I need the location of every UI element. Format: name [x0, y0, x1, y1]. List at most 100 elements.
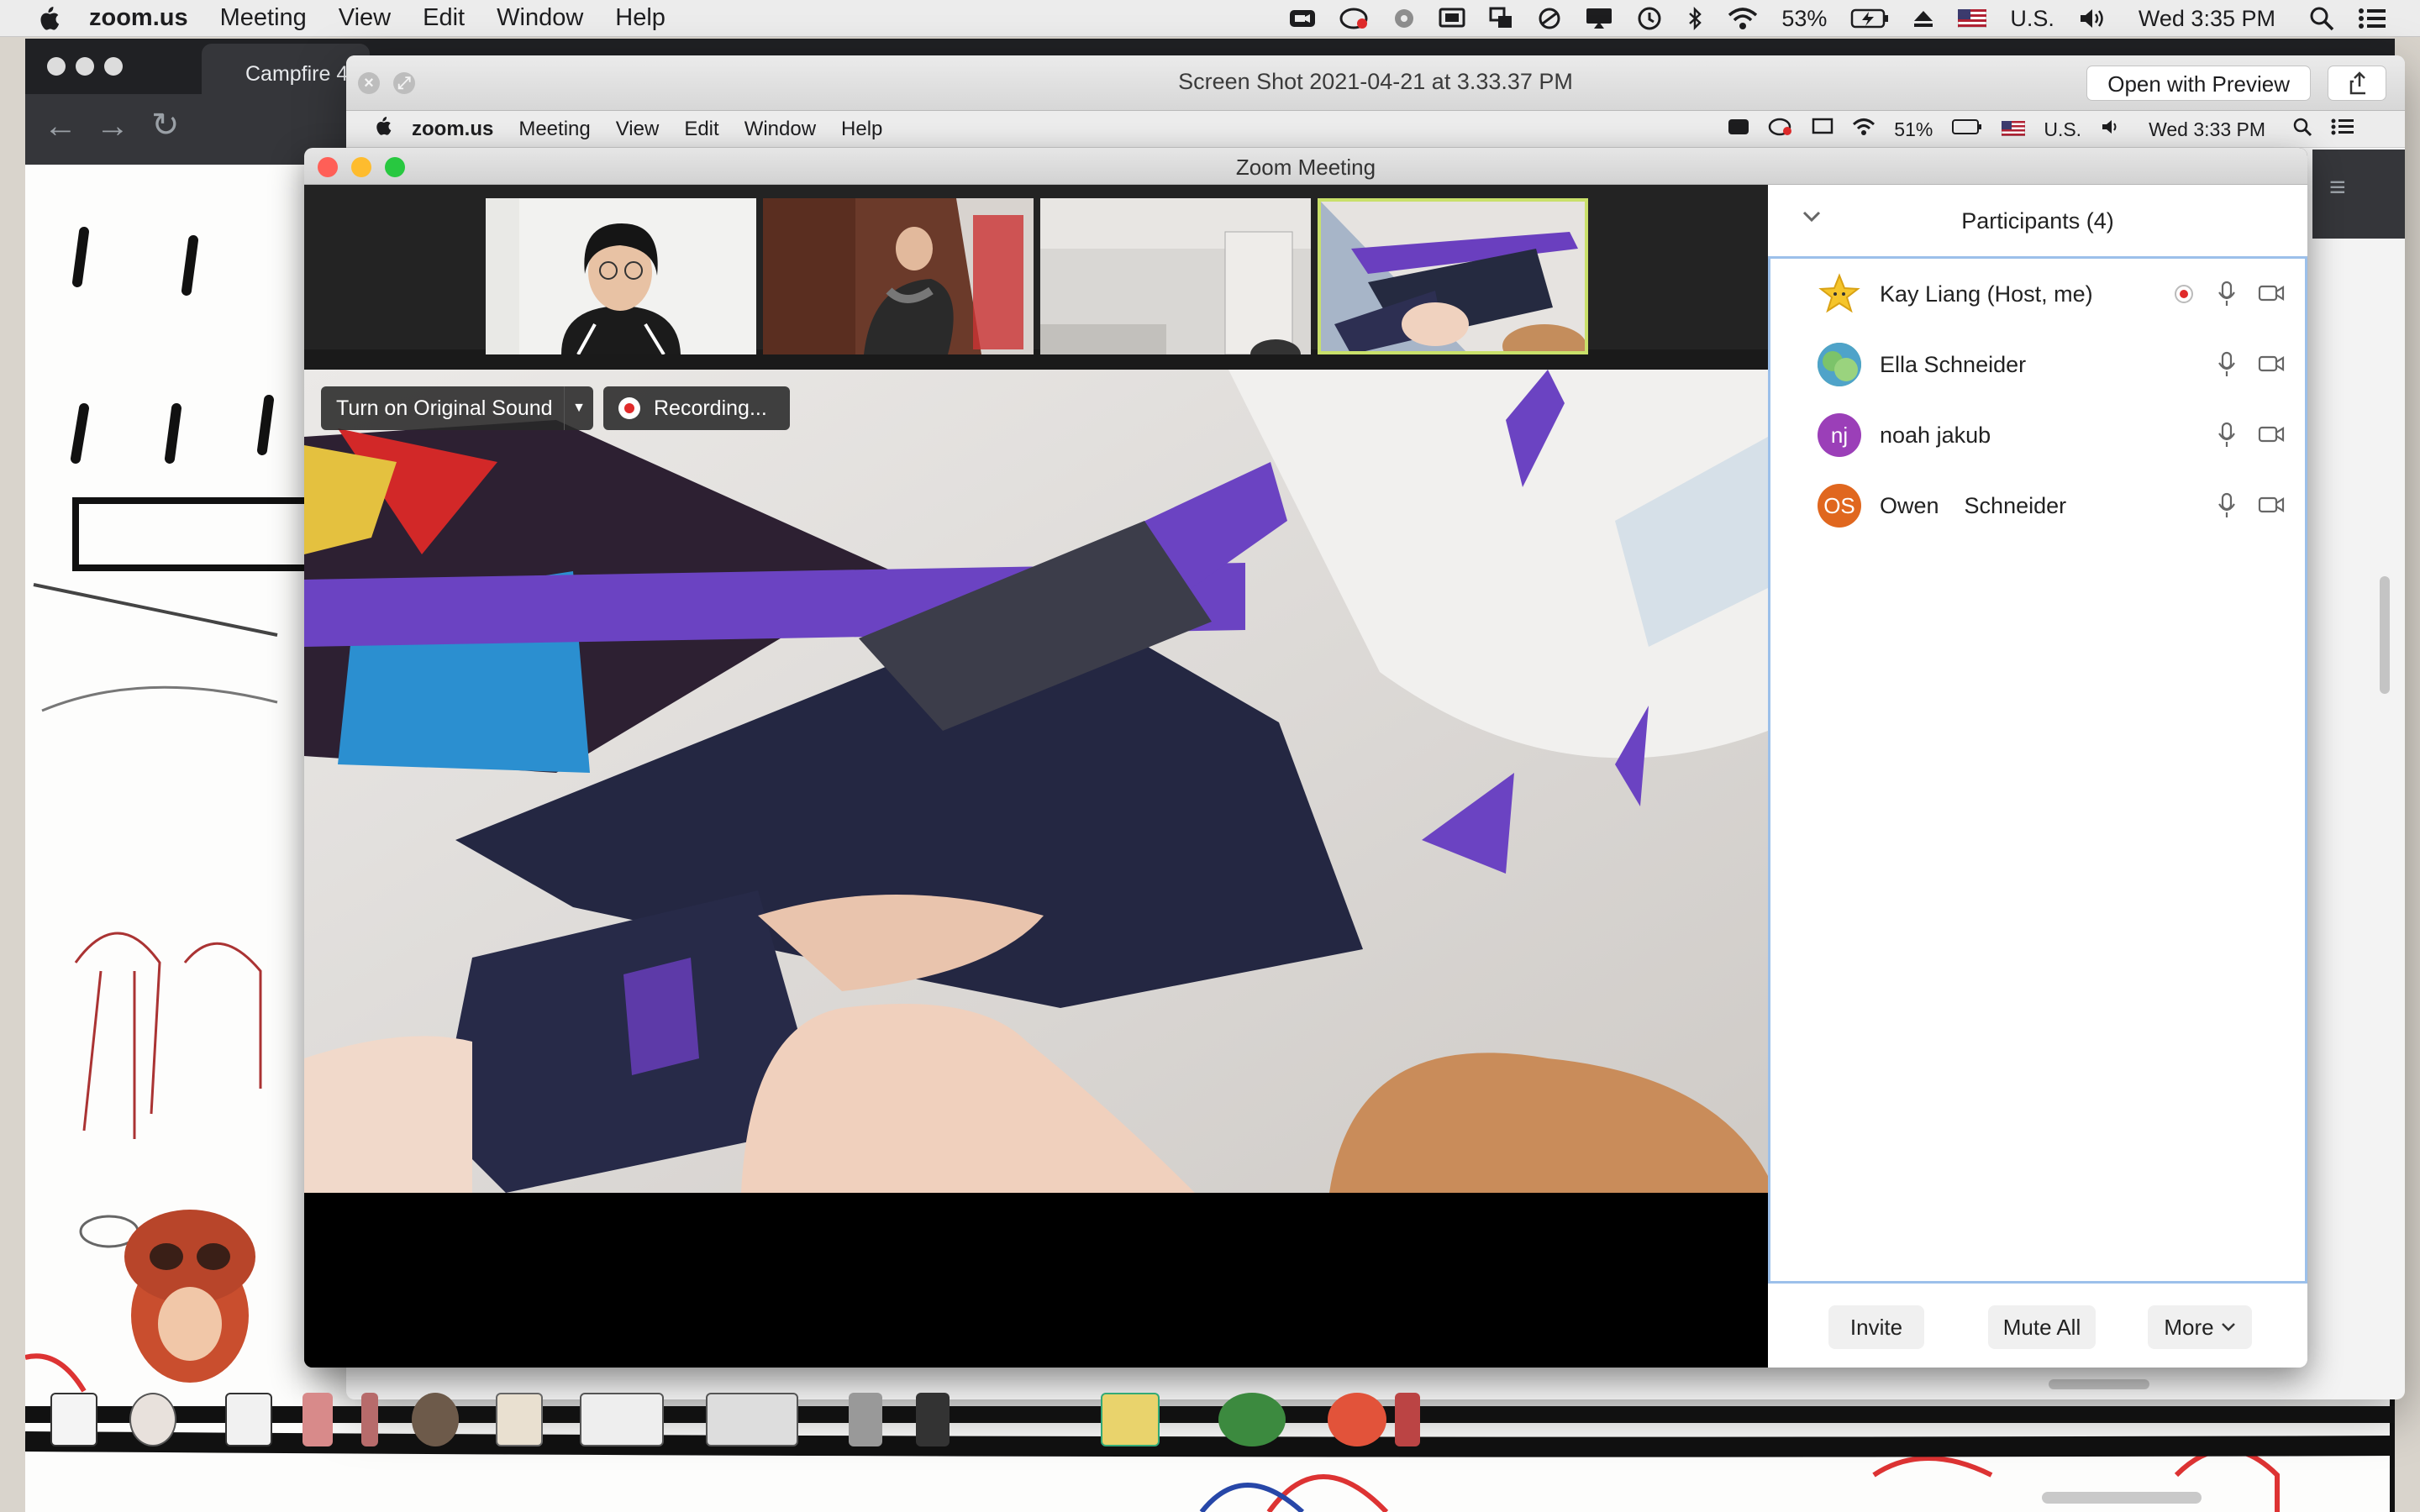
- share-button[interactable]: [2328, 66, 2386, 101]
- initials-avatar: OS: [1818, 484, 1861, 528]
- mute-all-button[interactable]: Mute All: [1988, 1305, 2096, 1349]
- faces-sticker-icon[interactable]: [129, 1393, 176, 1446]
- browser-minimize-button[interactable]: [76, 57, 94, 76]
- microphone-icon[interactable]: [2217, 422, 2236, 453]
- menu-help[interactable]: Help: [615, 4, 666, 32]
- video-camera-icon[interactable]: [2258, 425, 2285, 448]
- video-thumbnail-owen[interactable]: [1318, 198, 1588, 354]
- pencil-sticker-icon[interactable]: [361, 1393, 378, 1446]
- zoom-camera-icon[interactable]: [1289, 8, 1316, 29]
- participant-row[interactable]: OS Owen Schneider: [1770, 470, 2305, 541]
- video-thumbnail-strip: [304, 185, 1768, 354]
- more-label: More: [2164, 1314, 2214, 1340]
- preview-titlebar: × ⤢ Screen Shot 2021-04-21 at 3.33.37 PM…: [346, 55, 2405, 111]
- inner-battery-percent: 51%: [1894, 118, 1933, 140]
- more-button[interactable]: More: [2148, 1305, 2252, 1349]
- card-sticker-icon[interactable]: [1101, 1393, 1160, 1446]
- chef-sticker-icon[interactable]: [225, 1393, 272, 1446]
- drawing-sticker-icon[interactable]: [706, 1393, 798, 1446]
- inner-creative-cloud-icon: [1768, 118, 1793, 141]
- menu-meeting[interactable]: Meeting: [220, 4, 307, 32]
- browser-tab[interactable]: Campfire 4: [202, 44, 370, 94]
- participant-row[interactable]: Ella Schneider: [1770, 329, 2305, 400]
- can-sticker-icon[interactable]: [1395, 1393, 1420, 1446]
- menu-view[interactable]: View: [339, 4, 391, 32]
- original-sound-button[interactable]: Turn on Original Sound ▼: [321, 386, 593, 430]
- participant-name: noah jakub: [1880, 422, 1991, 448]
- bag-sticker-icon[interactable]: [849, 1393, 882, 1446]
- participants-footer: Invite Mute All More: [1768, 1285, 2307, 1368]
- clock[interactable]: Wed 3:35 PM: [2139, 6, 2275, 32]
- battery-charging-icon[interactable]: [1850, 8, 1889, 29]
- eject-icon[interactable]: [1912, 8, 1934, 29]
- inner-search-icon: [2292, 117, 2312, 142]
- bluetooth-icon[interactable]: [1686, 6, 1704, 31]
- creative-cloud-icon[interactable]: [1339, 7, 1370, 30]
- preview-scrollbar[interactable]: [2380, 576, 2390, 694]
- inner-input-source: U.S.: [2044, 118, 2082, 140]
- wifi-icon[interactable]: [1728, 7, 1758, 30]
- notification-center-icon[interactable]: [2358, 7, 2386, 30]
- screenshot-menubar: zoom.us Meeting View Edit Window Help 51…: [346, 111, 2405, 148]
- inner-status-area: 51% U.S. Wed 3:33 PM: [1728, 111, 2354, 148]
- forward-arrow-icon[interactable]: →: [96, 108, 129, 145]
- tool-sticker-icon[interactable]: [916, 1393, 950, 1446]
- input-source-label[interactable]: U.S.: [2010, 6, 2054, 32]
- system-menubar: zoom.us Meeting View Edit Window Help 53…: [0, 0, 2420, 37]
- screen-mirror-icon[interactable]: [1439, 8, 1465, 29]
- zoom-meeting-window: Zoom Meeting Turn on Original Sound ▼ Re…: [304, 148, 2307, 1368]
- browser-zoom-button[interactable]: [104, 57, 123, 76]
- raccoon-sticker[interactable]: [124, 1210, 255, 1383]
- microphone-icon[interactable]: [2217, 492, 2236, 523]
- participant-row[interactable]: nj noah jakub: [1770, 400, 2305, 470]
- open-with-preview-button[interactable]: Open with Preview: [2086, 66, 2311, 101]
- fruit-sticker-icon[interactable]: [1328, 1393, 1386, 1446]
- us-flag-icon[interactable]: [1958, 9, 1987, 28]
- dice-icon[interactable]: [50, 1393, 97, 1446]
- zoom-titlebar: Zoom Meeting: [304, 148, 2307, 185]
- browser-h-scrollbar[interactable]: [2042, 1492, 2202, 1504]
- recording-indicator[interactable]: Recording...: [603, 386, 790, 430]
- turtle-sticker-icon[interactable]: [1218, 1393, 1286, 1446]
- coin-sticker-icon[interactable]: [496, 1393, 543, 1446]
- bottle-sticker-icon[interactable]: [302, 1393, 333, 1446]
- back-arrow-icon[interactable]: ←: [44, 108, 77, 145]
- video-camera-icon[interactable]: [2258, 284, 2285, 307]
- menu-window[interactable]: Window: [497, 4, 583, 32]
- inner-screen-icon: [1812, 118, 1833, 141]
- participants-list: Kay Liang (Host, me) Ella Schneider nj n…: [1768, 259, 2307, 1284]
- browser-close-button[interactable]: [47, 57, 66, 76]
- participant-row[interactable]: Kay Liang (Host, me): [1770, 259, 2305, 329]
- note-sticker-icon[interactable]: [580, 1393, 664, 1446]
- microphone-icon[interactable]: [2217, 351, 2236, 382]
- video-thumbnail-kay[interactable]: [486, 198, 756, 354]
- participant-name: Ella Schneider: [1880, 351, 2027, 377]
- inner-menu-window: Window: [744, 117, 817, 140]
- reload-icon[interactable]: ↻: [151, 106, 180, 144]
- video-thumbnail-noah[interactable]: [1040, 198, 1311, 354]
- apple-menu-icon[interactable]: [34, 5, 62, 32]
- video-camera-icon[interactable]: [2258, 354, 2285, 377]
- vpn-icon[interactable]: [1538, 7, 1561, 30]
- active-speaker-video[interactable]: [304, 370, 1768, 1193]
- menu-app-name[interactable]: zoom.us: [89, 4, 188, 32]
- participants-header: Participants (4): [1768, 185, 2307, 259]
- globe-sticker-icon[interactable]: [412, 1393, 459, 1446]
- video-camera-icon[interactable]: [2258, 496, 2285, 518]
- airplay-icon[interactable]: [1585, 7, 1613, 30]
- volume-icon[interactable]: [2078, 7, 2107, 30]
- speaker-video-frame: [304, 370, 1768, 1193]
- inner-menu-app-name: zoom.us: [412, 117, 494, 140]
- menu-edit[interactable]: Edit: [423, 4, 465, 32]
- original-sound-label: Turn on Original Sound: [336, 396, 553, 420]
- invite-button[interactable]: Invite: [1828, 1305, 1924, 1349]
- extension-icon[interactable]: [1393, 8, 1415, 29]
- spotlight-search-icon[interactable]: [2309, 6, 2334, 31]
- inner-menu-view: View: [615, 117, 660, 140]
- video-thumbnail-ella[interactable]: [763, 198, 1034, 354]
- recording-label: Recording...: [654, 396, 767, 420]
- window-switch-icon[interactable]: [1489, 7, 1514, 30]
- original-sound-dropdown-icon[interactable]: ▼: [565, 401, 593, 416]
- time-machine-icon[interactable]: [1637, 6, 1662, 31]
- microphone-icon[interactable]: [2217, 281, 2236, 312]
